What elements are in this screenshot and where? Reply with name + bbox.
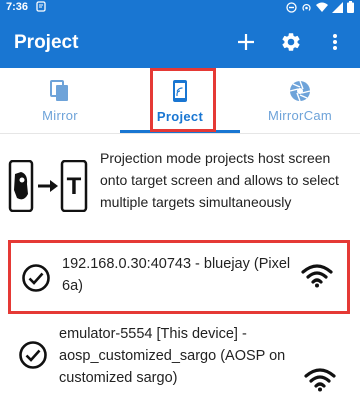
status-bar: 7:36 <box>0 0 360 16</box>
source-phone-icon <box>8 159 34 213</box>
hotspot-icon <box>301 2 312 16</box>
gear-icon <box>282 33 300 51</box>
wifi-icon <box>304 368 336 392</box>
app-bar-title: Project <box>14 32 79 53</box>
more-vert-icon <box>333 34 337 50</box>
check-circle-icon[interactable] <box>21 263 51 293</box>
add-button[interactable] <box>232 28 260 56</box>
signal-icon <box>332 1 343 16</box>
tab-mirror[interactable]: Mirror <box>0 68 120 134</box>
status-icons <box>286 1 354 16</box>
tab-project-highlight-box <box>150 68 216 132</box>
device-name: emulator-5554 [This device] - aosp_custo… <box>59 326 286 386</box>
projection-description: Projection mode projects host screen ont… <box>100 150 339 210</box>
check-circle-icon[interactable] <box>18 340 48 370</box>
copy-icon <box>50 79 68 101</box>
status-time: 7:36 <box>6 1 29 13</box>
device-name: 192.168.0.30:40743 - bluejay (Pixel 6a) <box>62 256 291 294</box>
wifi-status-icon <box>316 2 328 16</box>
camera-aperture-icon <box>289 80 311 101</box>
do-not-disturb-icon <box>286 1 297 16</box>
app-bar: Project <box>0 16 360 68</box>
device-item[interactable]: 192.168.0.30:40743 - bluejay (Pixel 6a) <box>8 240 350 314</box>
overflow-menu-button[interactable] <box>321 28 349 56</box>
svg-text:T: T <box>67 173 82 200</box>
arrow-right-icon <box>38 180 58 192</box>
device-item[interactable]: emulator-5554 [This device] - aosp_custo… <box>8 318 350 395</box>
battery-icon <box>347 1 354 16</box>
target-phone-icon: T <box>60 159 88 213</box>
notification-icon <box>36 1 46 15</box>
tab-mirrorcam-label: MirrorCam <box>267 107 333 123</box>
tab-mirror-label: Mirror <box>42 107 78 123</box>
settings-button[interactable] <box>277 28 305 56</box>
tab-mirrorcam[interactable]: MirrorCam <box>240 68 360 134</box>
projection-illustration: T <box>8 159 88 213</box>
wifi-icon <box>301 264 333 288</box>
plus-icon <box>238 34 254 50</box>
